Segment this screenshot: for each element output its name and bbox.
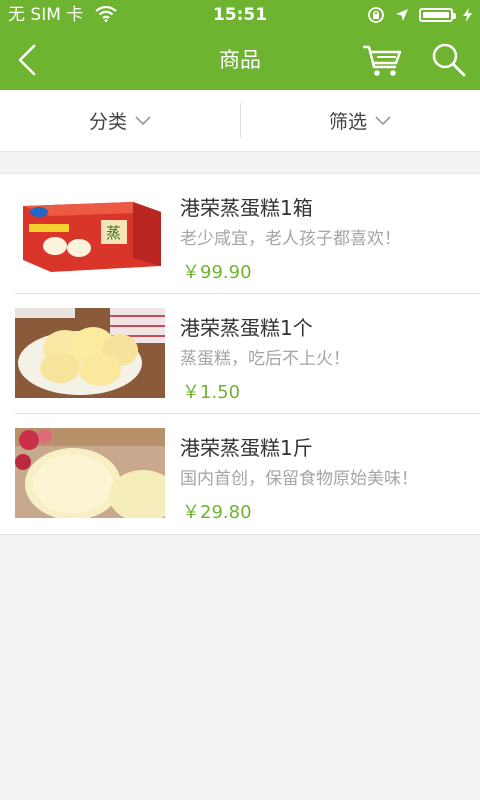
charging-bolt-icon: [463, 8, 472, 22]
status-icons: [367, 0, 472, 30]
nav-bar: 商品: [0, 30, 480, 90]
cake-closeup-image: [15, 428, 165, 518]
location-arrow-icon: [396, 9, 408, 21]
cart-icon: [363, 45, 402, 76]
chevron-down-icon: [135, 115, 151, 125]
svg-text:蒸: 蒸: [106, 224, 121, 242]
product-desc: 蒸蛋糕，吃后不上火！: [180, 349, 350, 369]
list-item[interactable]: 蒸 港荣蒸蛋糕1箱 老少咸宜，老人孩子都喜欢！ ￥99.90: [0, 174, 480, 294]
product-price: ￥1.50: [182, 382, 241, 403]
page-title: 商品: [219, 48, 261, 72]
product-name: 港荣蒸蛋糕1斤: [180, 436, 313, 460]
battery-icon: [419, 8, 456, 22]
header: 无 SIM 卡 15:51 商品: [0, 0, 480, 90]
category-filter-label: 分类: [88, 111, 127, 133]
product-name: 港荣蒸蛋糕1个: [180, 316, 313, 340]
status-bar: 无 SIM 卡 15:51: [0, 0, 480, 30]
product-name: 港荣蒸蛋糕1箱: [180, 196, 313, 220]
product-desc: 老少咸宜，老人孩子都喜欢！: [180, 229, 401, 249]
filter-bar: 分类 筛选: [0, 90, 480, 152]
chevron-down-icon: [375, 115, 391, 125]
list-item[interactable]: 港荣蒸蛋糕1个 蒸蛋糕，吃后不上火！ ￥1.50: [0, 294, 480, 414]
cart-button[interactable]: [360, 41, 404, 79]
rotation-lock-icon: [368, 7, 384, 23]
screen-filter[interactable]: 筛选: [240, 90, 480, 151]
cake-plate-image: [15, 308, 165, 398]
cake-box-image: 蒸: [15, 188, 165, 278]
search-icon: [432, 43, 466, 77]
category-filter[interactable]: 分类: [0, 90, 240, 151]
product-list: 蒸 港荣蒸蛋糕1箱 老少咸宜，老人孩子都喜欢！ ￥99.90 港荣蒸蛋糕1个 蒸…: [0, 173, 480, 535]
search-button[interactable]: [430, 41, 468, 79]
screen-filter-label: 筛选: [328, 111, 367, 133]
list-item[interactable]: 港荣蒸蛋糕1斤 国内首创，保留食物原始美味！ ￥29.80: [0, 414, 480, 534]
product-price: ￥99.90: [182, 262, 252, 283]
product-price: ￥29.80: [182, 502, 252, 523]
product-desc: 国内首创，保留食物原始美味！: [180, 469, 418, 489]
